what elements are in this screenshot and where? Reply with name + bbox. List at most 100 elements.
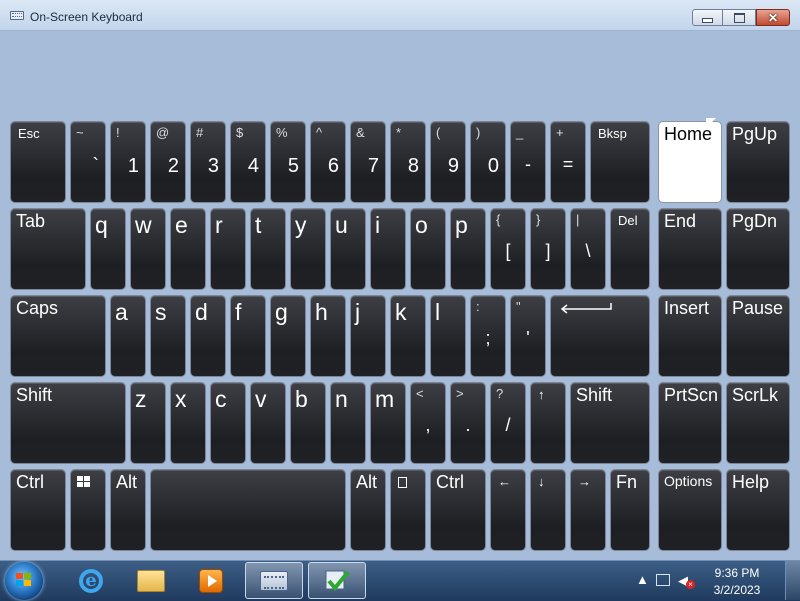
esc-key[interactable]: Esc (10, 121, 66, 203)
key-r[interactable]: r (210, 208, 246, 290)
key-0[interactable]: ) 0 (470, 121, 506, 203)
equals-key-main: = (562, 154, 574, 174)
semicolon-key[interactable]: :; (470, 295, 506, 377)
help-key[interactable]: Help (726, 469, 790, 551)
left-bracket-key[interactable]: {[ (490, 208, 526, 290)
key-e[interactable]: e (170, 208, 206, 290)
home-key[interactable]: Home (658, 121, 722, 203)
left-arrow-key[interactable]: ← (490, 469, 526, 551)
pause-key[interactable]: Pause (726, 295, 790, 377)
key-j[interactable]: j (350, 295, 386, 377)
key-f[interactable]: f (230, 295, 266, 377)
left-shift-key[interactable]: Shift (10, 382, 126, 464)
key-h[interactable]: h (310, 295, 346, 377)
down-arrow-icon: ↓ (538, 474, 545, 489)
key-1-shift: ! (116, 125, 120, 140)
prtscn-key[interactable]: PrtScn (658, 382, 722, 464)
key-1[interactable]: ! 1 (110, 121, 146, 203)
key-3[interactable]: #3 (190, 121, 226, 203)
menu-key[interactable] (390, 469, 426, 551)
spacebar-key[interactable] (150, 469, 346, 551)
key-p[interactable]: p (450, 208, 486, 290)
insert-key[interactable]: Insert (658, 295, 722, 377)
key-8[interactable]: * 8 (390, 121, 426, 203)
key-6[interactable]: ^ 6 (310, 121, 346, 203)
down-arrow-key[interactable]: ↓ (530, 469, 566, 551)
left-alt-key[interactable]: Alt (110, 469, 146, 551)
backslash-key[interactable]: | \ (570, 208, 606, 290)
key-x[interactable]: x (170, 382, 206, 464)
key-z[interactable]: z (130, 382, 166, 464)
right-shift-key[interactable]: Shift (570, 382, 650, 464)
key-9[interactable]: (9 (430, 121, 466, 203)
key-m[interactable]: m (370, 382, 406, 464)
key-w[interactable]: w (130, 208, 166, 290)
show-hidden-icons-icon[interactable]: ▲ (636, 572, 649, 587)
key-k[interactable]: k (390, 295, 426, 377)
tilde-key[interactable]: ~ ` (70, 121, 106, 203)
close-button[interactable]: ✕ (756, 9, 790, 26)
key-y[interactable]: y (290, 208, 326, 290)
minimize-button[interactable] (692, 9, 723, 26)
key-s[interactable]: s (150, 295, 186, 377)
comma-key[interactable]: <, (410, 382, 446, 464)
options-key[interactable]: Options (658, 469, 722, 551)
show-desktop-button[interactable] (785, 561, 800, 600)
equals-key[interactable]: + = (550, 121, 586, 203)
clock-time[interactable]: 9:36 PM (702, 566, 772, 580)
key-v[interactable]: v (250, 382, 286, 464)
quote-key[interactable]: " ' (510, 295, 546, 377)
pgdn-key[interactable]: PgDn (726, 208, 790, 290)
taskbar-media-player[interactable] (182, 562, 240, 599)
right-bracket-key[interactable]: }] (530, 208, 566, 290)
scrlk-key[interactable]: ScrLk (726, 382, 790, 464)
key-a[interactable]: a (110, 295, 146, 377)
key-2[interactable]: @2 (150, 121, 186, 203)
key-c[interactable]: c (210, 382, 246, 464)
fn-key[interactable]: Fn (610, 469, 650, 551)
right-ctrl-key[interactable]: Ctrl (430, 469, 486, 551)
taskbar-internet-explorer[interactable]: e (62, 562, 120, 599)
key-7[interactable]: & 7 (350, 121, 386, 203)
keyboard-icon (10, 11, 24, 20)
taskbar-on-screen-keyboard[interactable] (245, 562, 303, 599)
key-d[interactable]: d (190, 295, 226, 377)
key-4[interactable]: $4 (230, 121, 266, 203)
key-h-label: h (315, 299, 328, 325)
tab-key[interactable]: Tab (10, 208, 86, 290)
key-5[interactable]: % 5 (270, 121, 306, 203)
network-icon[interactable] (656, 574, 670, 586)
start-button[interactable] (5, 562, 43, 600)
maximize-button[interactable] (723, 9, 756, 26)
key-l[interactable]: l (430, 295, 466, 377)
key-o[interactable]: o (410, 208, 446, 290)
key-n[interactable]: n (330, 382, 366, 464)
slash-key[interactable]: ? / (490, 382, 526, 464)
key-i[interactable]: i (370, 208, 406, 290)
key-u[interactable]: u (330, 208, 366, 290)
period-key[interactable]: >. (450, 382, 486, 464)
taskbar-checkmark-app[interactable] (308, 562, 366, 599)
menu-icon (398, 477, 407, 488)
windows-key[interactable] (70, 469, 106, 551)
key-q[interactable]: q (90, 208, 126, 290)
taskbar-explorer[interactable] (122, 562, 180, 599)
end-key[interactable]: End (658, 208, 722, 290)
key-g[interactable]: g (270, 295, 306, 377)
left-ctrl-key[interactable]: Ctrl (10, 469, 66, 551)
pgup-key[interactable]: PgUp (726, 121, 790, 203)
caps-lock-key[interactable]: Caps (10, 295, 106, 377)
delete-key[interactable]: Del (610, 208, 650, 290)
right-bracket-key-main: ] (545, 241, 551, 261)
right-arrow-key[interactable]: → (570, 469, 606, 551)
enter-key[interactable] (550, 295, 650, 377)
key-b[interactable]: b (290, 382, 326, 464)
right-alt-key[interactable]: Alt (350, 469, 386, 551)
backspace-key[interactable]: Bksp (590, 121, 650, 203)
clock-date[interactable]: 3/2/2023 (702, 583, 772, 597)
title-bar[interactable]: On-Screen Keyboard ✕ (0, 0, 800, 31)
key-t[interactable]: t (250, 208, 286, 290)
up-arrow-key[interactable]: ↑ (530, 382, 566, 464)
key-c-label: c (215, 386, 227, 412)
minus-key[interactable]: _ - (510, 121, 546, 203)
